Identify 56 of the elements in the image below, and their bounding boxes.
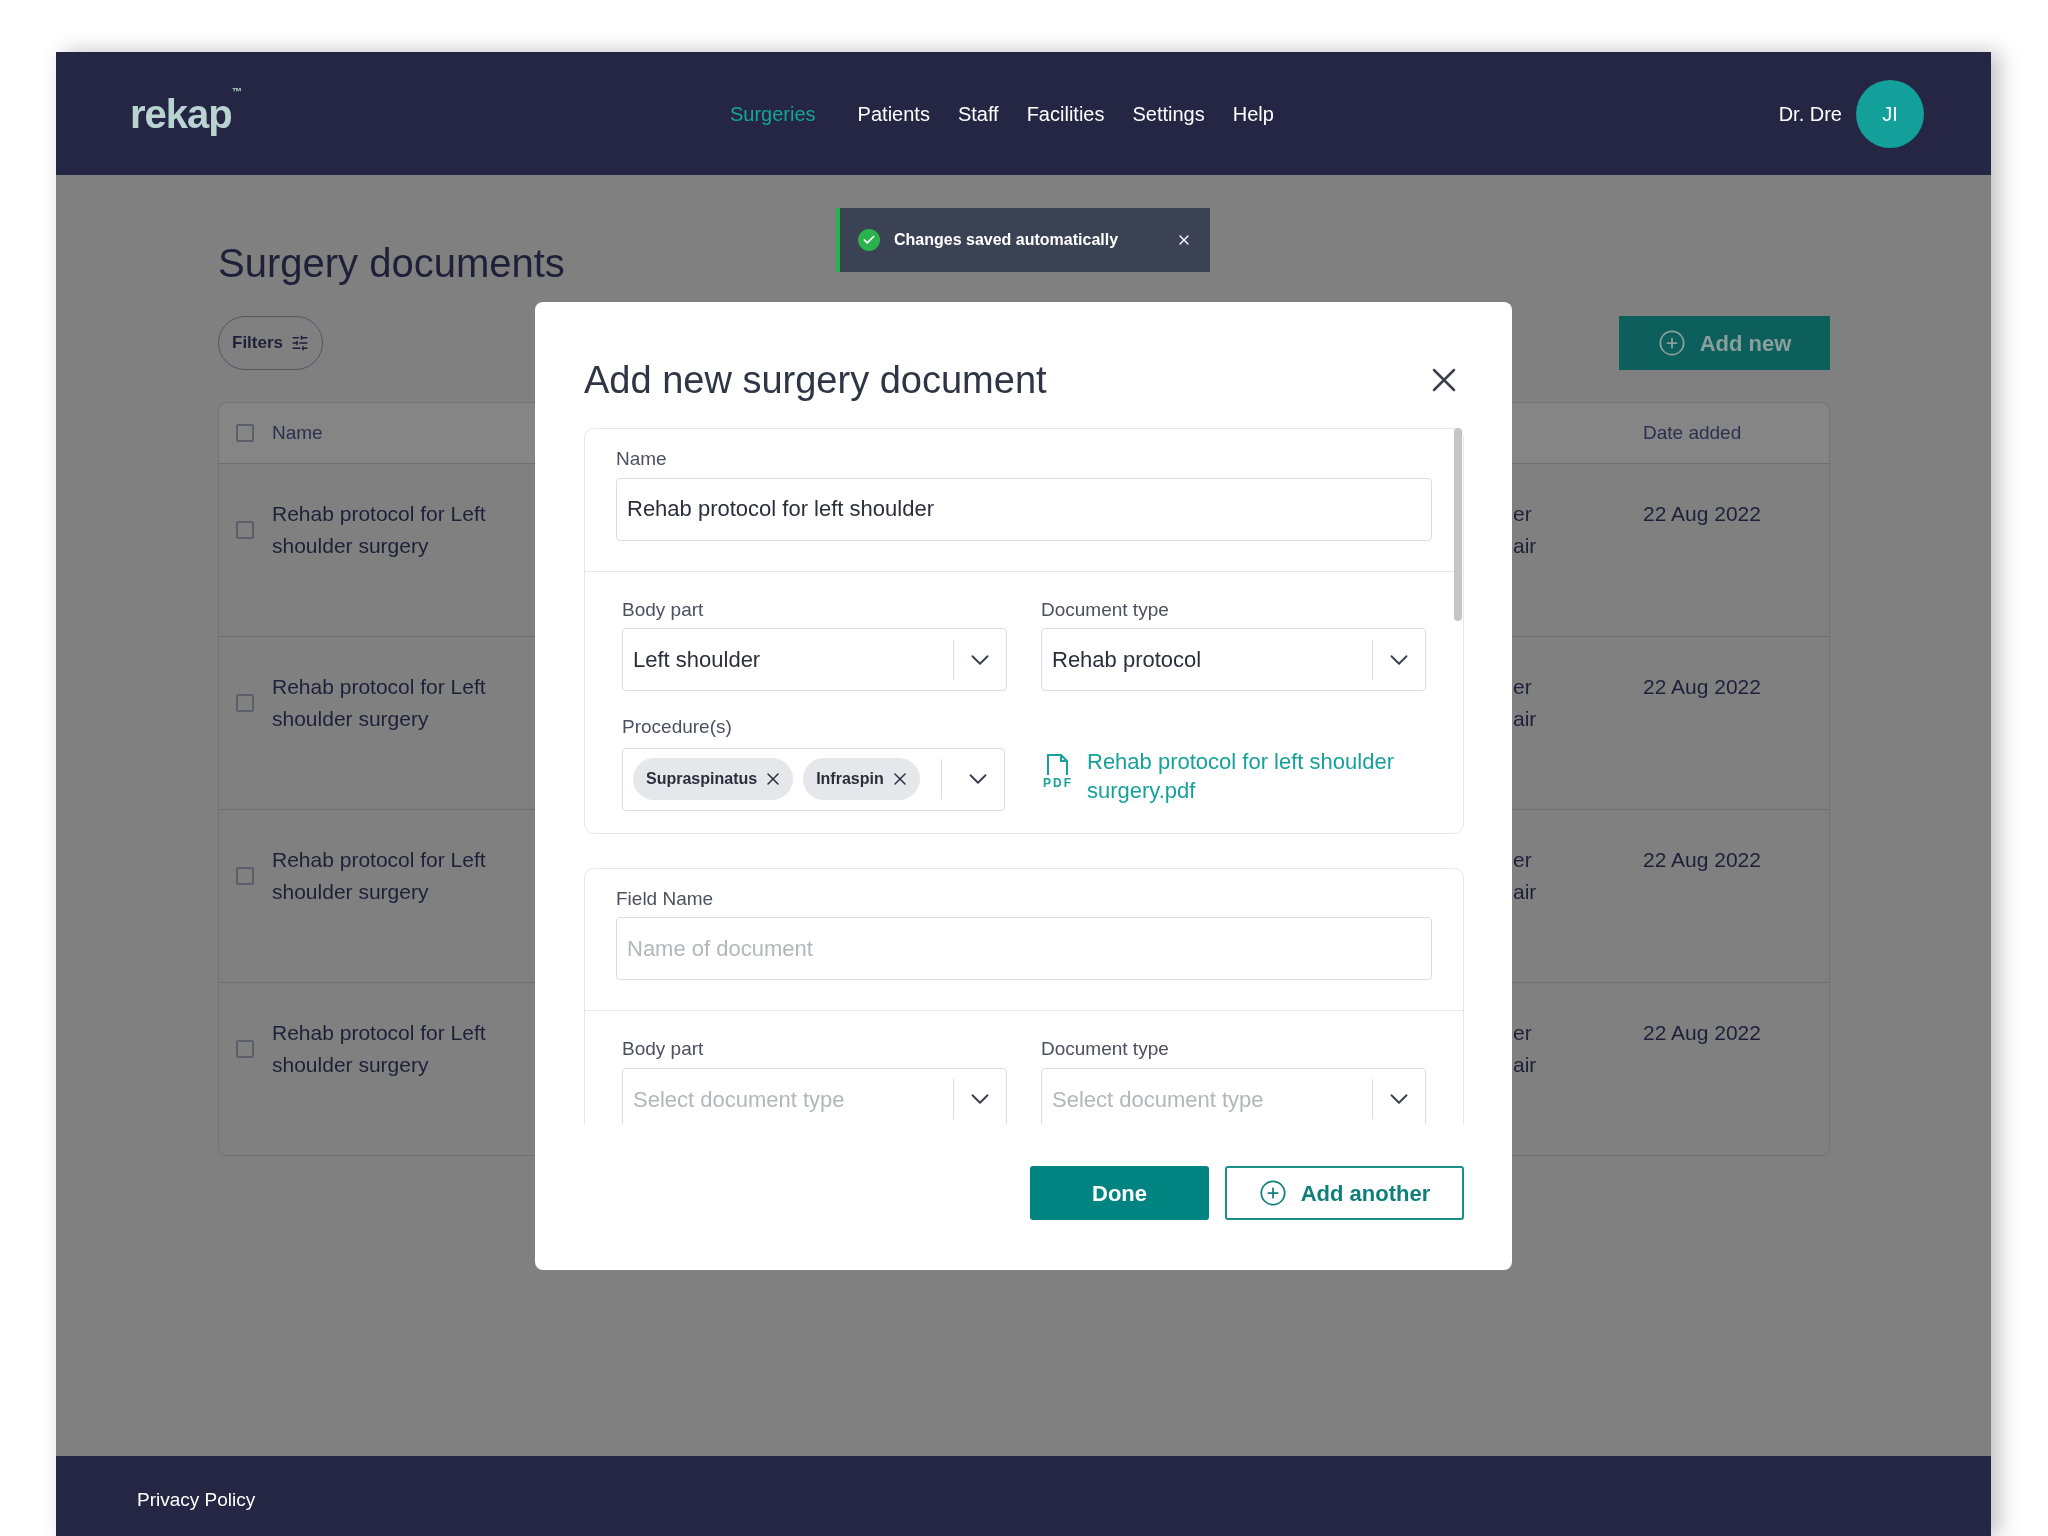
user-name: Dr. Dre [1778, 101, 1842, 127]
date-added: 22 Aug 2022 [1643, 501, 1761, 527]
field-label: Name [616, 447, 668, 471]
table-cell-text: air [1513, 706, 1537, 732]
toast-message: Changes saved automatically [894, 230, 1120, 250]
field-label: Body part [622, 1037, 705, 1061]
checkbox[interactable] [236, 1040, 254, 1058]
procedure-tag: Infraspin [803, 758, 920, 800]
name-field[interactable]: Name of document [616, 917, 1432, 980]
nav-link[interactable]: Surgeries [730, 98, 816, 129]
table-cell-text: er [1513, 1020, 1532, 1046]
document-name: Rehab protocol for Left shoulder surgery [272, 501, 487, 559]
document-name: Rehab protocol for Left shoulder surgery [272, 847, 487, 905]
checkbox[interactable] [236, 694, 254, 712]
dialog-title: Add new surgery document [584, 357, 1047, 403]
nav-link[interactable]: Help [1232, 98, 1274, 129]
date-added: 22 Aug 2022 [1643, 1020, 1761, 1046]
nav-link[interactable]: Staff [957, 98, 999, 129]
scrollbar[interactable] [1454, 428, 1462, 621]
document-name: Rehab protocol for Left shoulder surgery [272, 674, 487, 732]
field-label: Field Name [616, 886, 715, 911]
checkbox[interactable] [236, 867, 254, 885]
field-label: Document type [1041, 1037, 1170, 1061]
date-added: 22 Aug 2022 [1643, 674, 1761, 700]
table-cell-text: er [1513, 847, 1532, 873]
nav-link[interactable]: Settings [1132, 98, 1205, 129]
nav-link[interactable]: Patients [857, 98, 930, 129]
select-field[interactable]: Left shoulder [622, 628, 1007, 691]
table-cell-text: air [1513, 533, 1537, 559]
add-another-button[interactable]: Add another [1225, 1166, 1464, 1220]
footer-link[interactable]: Privacy Policy [137, 1486, 1991, 1515]
name-field[interactable]: Rehab protocol for left shoulder [616, 477, 1432, 541]
date-added: 22 Aug 2022 [1643, 847, 1761, 873]
checkbox[interactable] [236, 424, 254, 442]
done-button[interactable]: Done [1030, 1166, 1209, 1220]
table-cell-text: er [1513, 674, 1532, 700]
table-cell-text: er [1513, 501, 1532, 527]
success-icon [858, 229, 880, 251]
field-label: Procedure(s) [622, 715, 733, 739]
procedure-tag: Supraspinatus [633, 758, 794, 800]
plus-circle-icon [1657, 329, 1686, 357]
logo: rekap™ [130, 84, 242, 138]
field-label: Document type [1041, 597, 1170, 622]
select-field[interactable]: Rehab protocol [1041, 628, 1426, 691]
multi-select-field[interactable]: Supraspinatus Infraspin [622, 747, 1005, 811]
column-header: Name [272, 420, 323, 445]
field-label: Body part [622, 597, 705, 622]
page-title: Surgery documents [218, 240, 565, 287]
nav-link[interactable]: Facilities [1026, 98, 1105, 129]
table-cell-text: air [1513, 879, 1537, 905]
table-cell-text: air [1513, 1052, 1537, 1078]
checkbox[interactable] [236, 521, 254, 539]
column-header: Date added [1643, 420, 1742, 445]
sliders-icon [291, 334, 310, 352]
plus-circle-icon [1258, 1179, 1287, 1207]
document-name: Rehab protocol for Left shoulder surgery [272, 1020, 487, 1078]
